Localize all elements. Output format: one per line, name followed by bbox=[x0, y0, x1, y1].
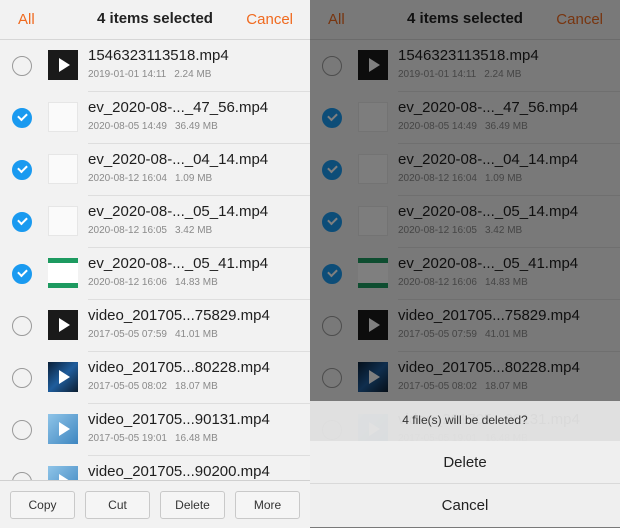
file-meta: 2019-01-01 14:11 2.24 MB bbox=[88, 69, 211, 80]
file-size: 2.24 MB bbox=[174, 69, 212, 80]
checkbox-checked-icon[interactable] bbox=[12, 108, 32, 128]
video-thumbnail bbox=[48, 154, 78, 184]
delete-confirm-sheet: 4 file(s) will be deleted? Delete Cancel bbox=[310, 401, 620, 528]
checkbox-checked-icon[interactable] bbox=[12, 160, 32, 180]
file-name: ev_2020-08-..._05_41.mp4 bbox=[88, 255, 269, 272]
confirm-cancel-button[interactable]: Cancel bbox=[310, 484, 620, 527]
file-size: 41.01 MB bbox=[174, 329, 218, 340]
video-thumbnail bbox=[48, 258, 78, 288]
file-meta: 2017-05-05 08:02 18.07 MB bbox=[88, 381, 218, 392]
file-list: 1546323113518.mp4 2019-01-01 14:11 2.24 M… bbox=[0, 40, 310, 508]
file-date: 2017-05-05 19:01 bbox=[88, 433, 167, 444]
file-row[interactable]: ev_2020-08-..._04_14.mp4 2020-08-12 16:0… bbox=[0, 144, 310, 196]
checkbox-unchecked-icon[interactable] bbox=[12, 316, 32, 336]
more-button[interactable]: More bbox=[235, 491, 300, 519]
file-row[interactable]: 1546323113518.mp4 2019-01-01 14:11 2.24 M… bbox=[0, 40, 310, 92]
video-thumbnail bbox=[48, 206, 78, 236]
play-icon bbox=[59, 370, 70, 384]
cancel-selection-button[interactable]: Cancel bbox=[246, 11, 293, 28]
file-date: 2019-01-01 14:11 bbox=[88, 69, 167, 80]
file-row[interactable]: video_201705...90131.mp4 2017-05-05 19:0… bbox=[0, 404, 310, 456]
confirm-message: 4 file(s) will be deleted? bbox=[310, 401, 620, 441]
file-row[interactable]: ev_2020-08-..._47_56.mp4 2020-08-05 14:4… bbox=[0, 92, 310, 144]
file-date: 2020-08-12 16:05 bbox=[88, 225, 167, 236]
file-manager-pane-with-dialog: All 4 items selected Cancel 154632311351… bbox=[310, 0, 620, 528]
play-icon bbox=[59, 422, 70, 436]
file-name: ev_2020-08-..._04_14.mp4 bbox=[88, 151, 269, 168]
video-thumbnail bbox=[48, 310, 78, 340]
video-thumbnail bbox=[48, 362, 78, 392]
copy-button[interactable]: Copy bbox=[10, 491, 75, 519]
file-name: video_201705...80228.mp4 bbox=[88, 359, 270, 376]
file-row[interactable]: video_201705...75829.mp4 2017-05-05 07:5… bbox=[0, 300, 310, 352]
file-date: 2020-08-12 16:06 bbox=[88, 277, 167, 288]
file-size: 1.09 MB bbox=[174, 173, 213, 184]
file-name: ev_2020-08-..._47_56.mp4 bbox=[88, 99, 269, 116]
file-name: video_201705...90200.mp4 bbox=[88, 463, 270, 480]
selection-header: All 4 items selected Cancel bbox=[0, 0, 310, 40]
file-meta: 2017-05-05 19:01 16.48 MB bbox=[88, 433, 218, 444]
file-row[interactable]: video_201705...80228.mp4 2017-05-05 08:0… bbox=[0, 352, 310, 404]
file-size: 14.83 MB bbox=[174, 277, 218, 288]
file-size: 36.49 MB bbox=[174, 121, 218, 132]
file-row[interactable]: ev_2020-08-..._05_41.mp4 2020-08-12 16:0… bbox=[0, 248, 310, 300]
file-meta: 2020-08-12 16:06 14.83 MB bbox=[88, 277, 218, 288]
file-date: 2017-05-05 07:59 bbox=[88, 329, 167, 340]
delete-button[interactable]: Delete bbox=[160, 491, 225, 519]
file-manager-pane: All 4 items selected Cancel 154632311351… bbox=[0, 0, 310, 528]
file-size: 3.42 MB bbox=[174, 225, 213, 236]
video-thumbnail bbox=[48, 102, 78, 132]
file-date: 2020-08-12 16:04 bbox=[88, 173, 167, 184]
file-meta: 2020-08-05 14:49 36.49 MB bbox=[88, 121, 218, 132]
file-meta: 2020-08-12 16:04 1.09 MB bbox=[88, 173, 212, 184]
file-date: 2020-08-05 14:49 bbox=[88, 121, 167, 132]
checkbox-checked-icon[interactable] bbox=[12, 212, 32, 232]
checkbox-checked-icon[interactable] bbox=[12, 264, 32, 284]
action-toolbar: Copy Cut Delete More bbox=[0, 480, 310, 528]
video-thumbnail bbox=[48, 50, 78, 80]
file-date: 2017-05-05 08:02 bbox=[88, 381, 167, 392]
video-thumbnail bbox=[48, 414, 78, 444]
file-meta: 2020-08-12 16:05 3.42 MB bbox=[88, 225, 212, 236]
file-name: 1546323113518.mp4 bbox=[88, 47, 229, 64]
file-size: 16.48 MB bbox=[174, 433, 218, 444]
file-meta: 2017-05-05 07:59 41.01 MB bbox=[88, 329, 218, 340]
checkbox-unchecked-icon[interactable] bbox=[12, 420, 32, 440]
file-row[interactable]: ev_2020-08-..._05_14.mp4 2020-08-12 16:0… bbox=[0, 196, 310, 248]
file-name: ev_2020-08-..._05_14.mp4 bbox=[88, 203, 269, 220]
checkbox-unchecked-icon[interactable] bbox=[12, 56, 32, 76]
play-icon bbox=[59, 58, 70, 72]
file-name: video_201705...90131.mp4 bbox=[88, 411, 270, 428]
play-icon bbox=[59, 318, 70, 332]
file-name: video_201705...75829.mp4 bbox=[88, 307, 270, 324]
file-size: 18.07 MB bbox=[174, 381, 218, 392]
confirm-delete-button[interactable]: Delete bbox=[310, 441, 620, 484]
cut-button[interactable]: Cut bbox=[85, 491, 150, 519]
checkbox-unchecked-icon[interactable] bbox=[12, 368, 32, 388]
